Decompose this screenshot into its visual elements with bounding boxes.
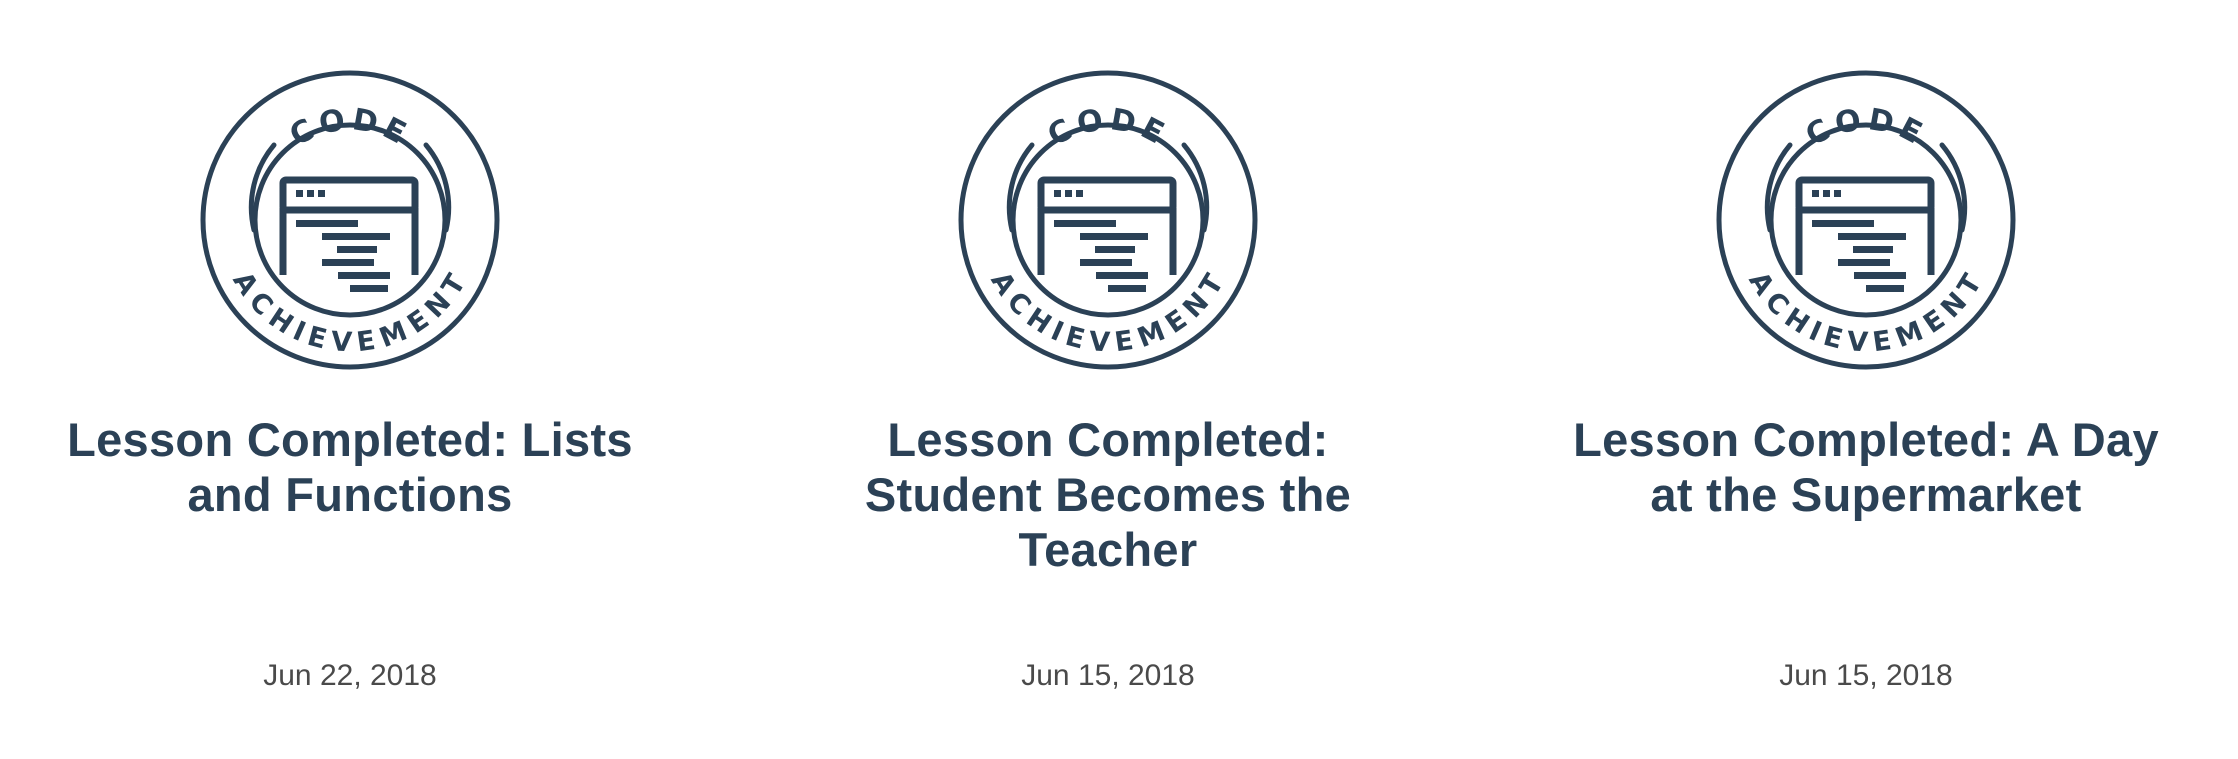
achievement-date: Jun 15, 2018 [1779, 659, 1953, 692]
achievement-title[interactable]: Lesson Completed: Lists and Functions [40, 412, 660, 522]
svg-text:CODE: CODE [284, 102, 416, 153]
svg-text:CODE: CODE [1042, 102, 1174, 153]
achievement-title[interactable]: Lesson Completed: A Day at the Supermark… [1556, 412, 2176, 522]
code-achievement-badge: CODE ACHIEVEMENT [1716, 70, 2016, 370]
achievement-card[interactable]: CODE ACHIEVEMENT Lesson Completed: A Day… [1556, 0, 2176, 759]
code-achievement-badge: CODE ACHIEVEMENT [958, 70, 1258, 370]
code-achievement-badge-icon: CODE ACHIEVEMENT [958, 70, 1258, 370]
achievement-card[interactable]: CODE ACHIEVEMENT Lesson Completed: Stude… [798, 0, 1418, 759]
code-achievement-badge: CODE ACHIEVEMENT [200, 70, 500, 370]
achievements-grid: CODE ACHIEVEMENT Lesson Completed: Lists… [0, 0, 2238, 759]
achievement-title[interactable]: Lesson Completed: Student Becomes the Te… [798, 412, 1418, 577]
svg-text:CODE: CODE [1800, 102, 1932, 153]
achievement-card[interactable]: CODE ACHIEVEMENT Lesson Completed: Lists… [40, 0, 660, 759]
achievement-date: Jun 22, 2018 [263, 659, 437, 692]
code-achievement-badge-icon: CODE ACHIEVEMENT [200, 70, 500, 370]
achievement-date: Jun 15, 2018 [1021, 659, 1195, 692]
code-achievement-badge-icon: CODE ACHIEVEMENT [1716, 70, 2016, 370]
